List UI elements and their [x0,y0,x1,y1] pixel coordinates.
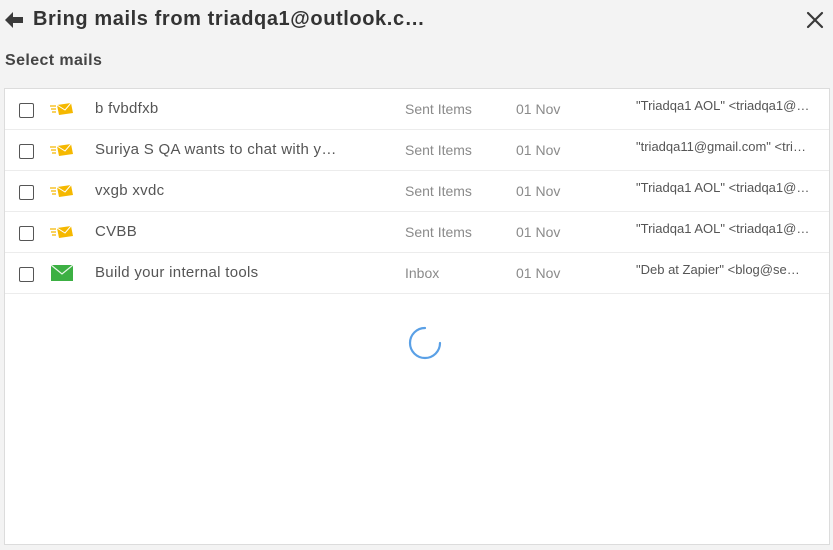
loading-spinner-icon [408,326,442,360]
inbox-mail-icon [50,264,74,281]
mail-date: 01 Nov [516,183,561,199]
mail-from: "triadqa11@gmail.com" <tri… [636,139,806,154]
sent-mail-icon [50,184,73,197]
mail-folder: Sent Items [405,224,472,240]
mail-from: "Triadqa1 AOL" <triadqa1@… [636,180,810,195]
mail-date: 01 Nov [516,224,561,240]
mail-folder: Sent Items [405,183,472,199]
mail-from: "Deb at Zapier" <blog@se… [636,262,800,277]
mail-checkbox[interactable] [19,267,34,282]
mail-date: 01 Nov [516,142,561,158]
mail-checkbox[interactable] [19,144,34,159]
mail-subject: b fvbdfxb [95,100,159,117]
select-mails-label: Select mails [5,52,103,69]
sent-mail-icon [50,225,73,238]
mail-checkbox[interactable] [19,226,34,241]
mail-subject: CVBB [95,223,138,240]
close-icon[interactable] [806,11,824,29]
mail-subject: Suriya S QA wants to chat with y… [95,141,337,158]
mail-row[interactable]: Build your internal tools Inbox 01 Nov "… [5,253,829,294]
sent-mail-icon [50,102,73,115]
mail-checkbox[interactable] [19,185,34,200]
mail-folder: Inbox [405,265,440,281]
mail-from: "Triadqa1 AOL" <triadqa1@… [636,221,810,236]
mail-from: "Triadqa1 AOL" <triadqa1@… [636,98,810,113]
mail-row[interactable]: vxgb xvdc Sent Items 01 Nov "Triadqa1 AO… [5,171,829,212]
mail-row[interactable]: Suriya S QA wants to chat with y… Sent I… [5,130,829,171]
mail-list: b fvbdfxb Sent Items 01 Nov "Triadqa1 AO… [4,88,830,545]
bring-mails-dialog: Bring mails from triadqa1@outlook.c… Sel… [0,0,833,550]
arrow-left-icon[interactable] [4,11,24,29]
sent-mail-icon [50,143,73,156]
mail-date: 01 Nov [516,265,561,281]
mail-subject: vxgb xvdc [95,182,165,199]
mail-folder: Sent Items [405,142,472,158]
mail-row[interactable]: CVBB Sent Items 01 Nov "Triadqa1 AOL" <t… [5,212,829,253]
mail-folder: Sent Items [405,101,472,117]
mail-subject: Build your internal tools [95,264,259,281]
mail-checkbox[interactable] [19,103,34,118]
dialog-title: Bring mails from triadqa1@outlook.c… [33,8,426,30]
mail-row[interactable]: b fvbdfxb Sent Items 01 Nov "Triadqa1 AO… [5,89,829,130]
mail-date: 01 Nov [516,101,561,117]
dialog-header: Bring mails from triadqa1@outlook.c… [0,0,833,40]
